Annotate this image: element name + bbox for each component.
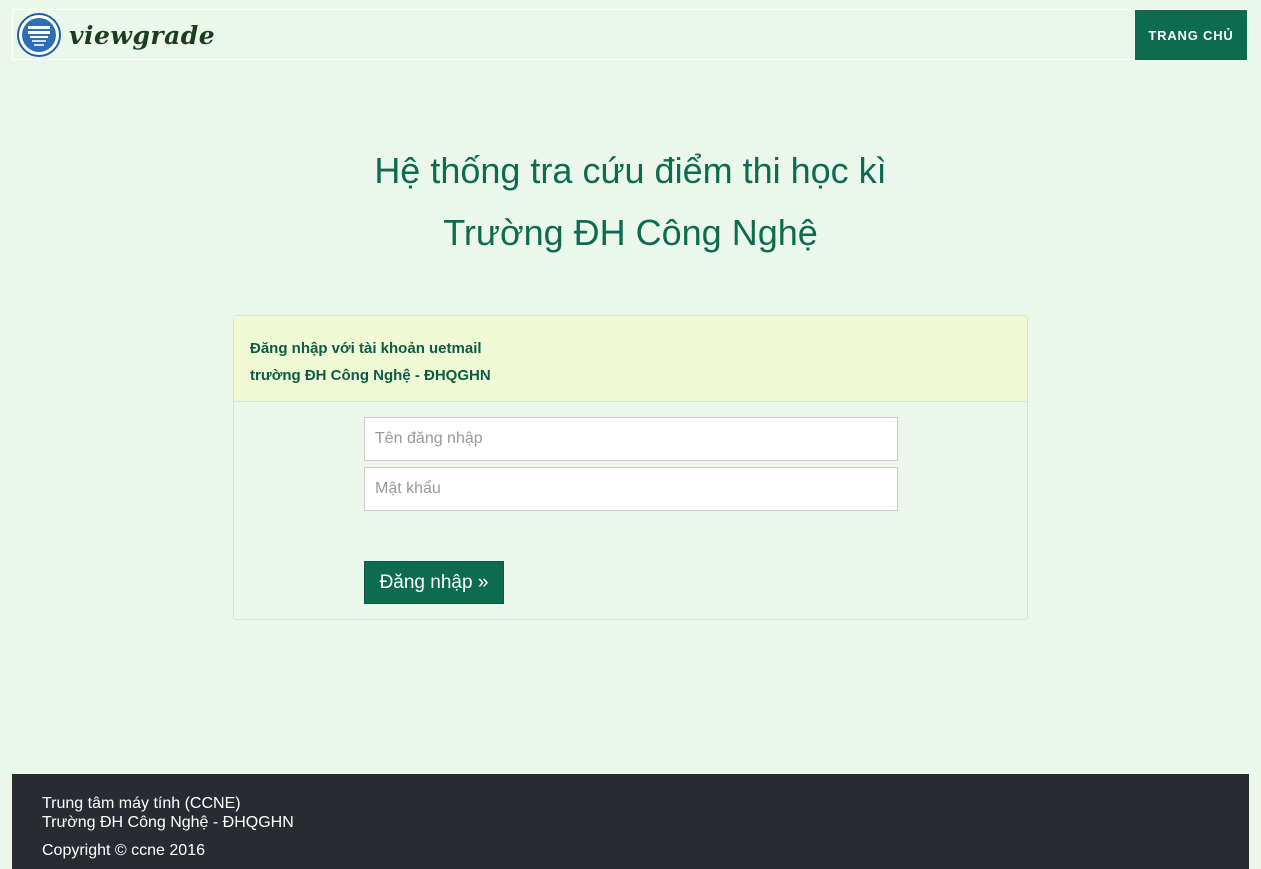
footer: Trung tâm máy tính (CCNE) Trường ĐH Công…: [12, 774, 1249, 869]
page-title-line2: Trường ĐH Công Nghệ: [443, 212, 818, 253]
footer-copyright: Copyright © ccne 2016: [42, 842, 205, 859]
brand-link[interactable]: viewgrade: [17, 13, 215, 57]
login-card: Đăng nhập với tài khoản uetmail trường Đ…: [233, 315, 1028, 620]
top-navbar: viewgrade TRANG CHỦ: [12, 9, 1248, 60]
login-header-line2: trường ĐH Công Nghệ - ĐHQGHN: [250, 367, 491, 384]
login-header-line1: Đăng nhập với tài khoản uetmail: [250, 340, 482, 357]
page-title-line1: Hệ thống tra cứu điểm thi học kì: [374, 150, 887, 191]
page-title: Hệ thống tra cứu điểm thi học kì Trường …: [0, 140, 1261, 264]
home-nav-button[interactable]: TRANG CHỦ: [1135, 10, 1247, 60]
username-input[interactable]: [364, 417, 898, 461]
login-button[interactable]: Đăng nhập »: [364, 561, 504, 604]
university-logo-icon: [17, 13, 61, 57]
footer-university-name: Trường ĐH Công Nghệ - ĐHQGHN: [42, 814, 294, 831]
brand-name: viewgrade: [69, 20, 216, 50]
password-input[interactable]: [364, 467, 898, 511]
login-card-header: Đăng nhập với tài khoản uetmail trường Đ…: [234, 316, 1027, 402]
footer-org-name: Trung tâm máy tính (CCNE): [42, 795, 241, 812]
